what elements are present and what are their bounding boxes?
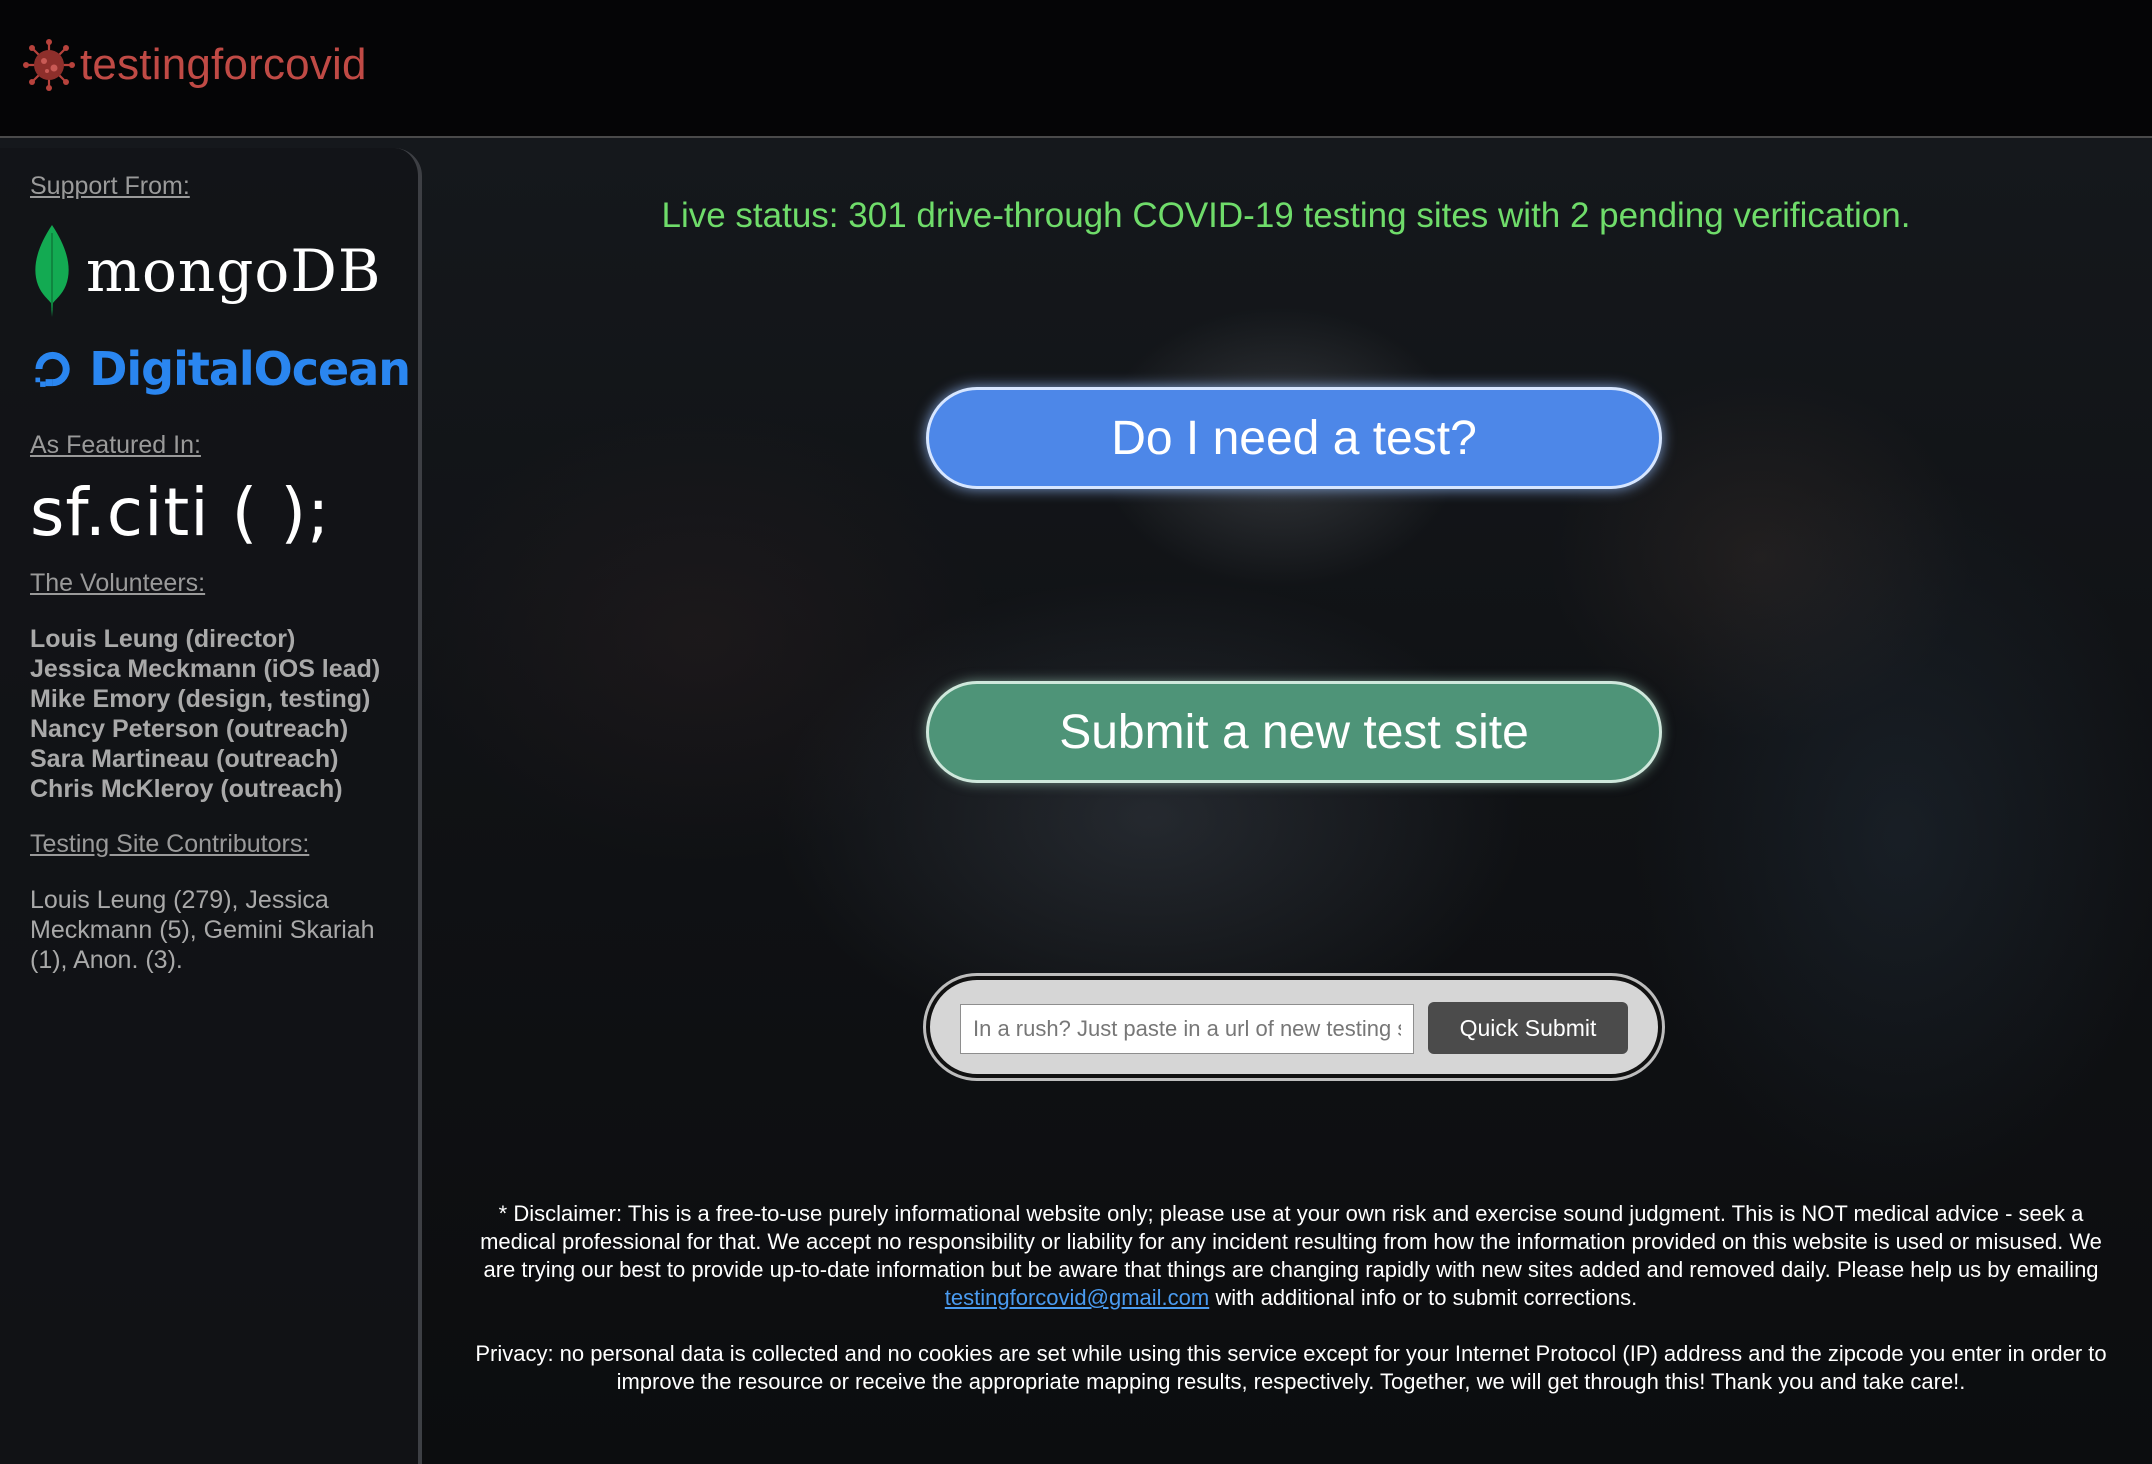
- site-logo[interactable]: testingforcovid: [22, 38, 367, 92]
- digitalocean-text: DigitalOcean: [89, 342, 411, 396]
- live-status: Live status: 301 drive-through COVID-19 …: [661, 196, 1911, 235]
- logo-text: testingforcovid: [80, 40, 367, 89]
- sidebar: Support From: mongoDB DigitalOcean As Fe…: [0, 148, 422, 1464]
- quick-submit-input[interactable]: [960, 1004, 1414, 1054]
- volunteer-item: Nancy Peterson (outreach): [30, 715, 349, 743]
- privacy-notice: Privacy: no personal data is collected a…: [475, 1341, 2107, 1394]
- digitalocean-icon: [35, 351, 70, 387]
- contributors-title[interactable]: Testing Site Contributors:: [30, 830, 410, 859]
- need-test-button[interactable]: Do I need a test?: [926, 387, 1662, 489]
- mongodb-text: mongoDB: [86, 237, 382, 305]
- featured-title[interactable]: As Featured In:: [30, 431, 410, 460]
- quick-submit-button[interactable]: Quick Submit: [1428, 1002, 1628, 1054]
- support-title[interactable]: Support From:: [30, 172, 410, 201]
- contributors-text: Louis Leung (279), Jessica Meckmann (5),…: [30, 886, 375, 974]
- mongodb-logo[interactable]: mongoDB: [30, 221, 410, 321]
- sfciti-logo[interactable]: sf.citi ( );: [30, 474, 410, 551]
- header: testingforcovid: [0, 0, 2152, 138]
- footer: * Disclaimer: This is a free-to-use pure…: [470, 1200, 2112, 1396]
- volunteer-item: Sara Martineau (outreach): [30, 745, 339, 773]
- disclaimer-text: * Disclaimer: This is a free-to-use pure…: [480, 1201, 2102, 1282]
- disclaimer-text-end: with additional info or to submit correc…: [1215, 1285, 1638, 1310]
- submit-site-button[interactable]: Submit a new test site: [926, 681, 1662, 783]
- email-link[interactable]: testingforcovid@gmail.com: [945, 1285, 1209, 1310]
- volunteer-item: Mike Emory (design, testing): [30, 685, 371, 713]
- disclaimer: * Disclaimer: This is a free-to-use pure…: [470, 1200, 2112, 1312]
- quick-submit-form: Quick Submit: [926, 976, 1662, 1078]
- volunteer-list: Louis Leung (director) Jessica Meckmann …: [30, 624, 410, 804]
- leaf-icon: [35, 225, 69, 317]
- volunteer-item: Jessica Meckmann (iOS lead): [30, 655, 381, 683]
- volunteers-title[interactable]: The Volunteers:: [30, 569, 410, 598]
- volunteer-item: Louis Leung (director): [30, 625, 296, 653]
- digitalocean-logo[interactable]: DigitalOcean: [30, 337, 411, 401]
- volunteer-item: Chris McKleroy (outreach): [30, 775, 343, 803]
- virus-icon: [23, 39, 75, 91]
